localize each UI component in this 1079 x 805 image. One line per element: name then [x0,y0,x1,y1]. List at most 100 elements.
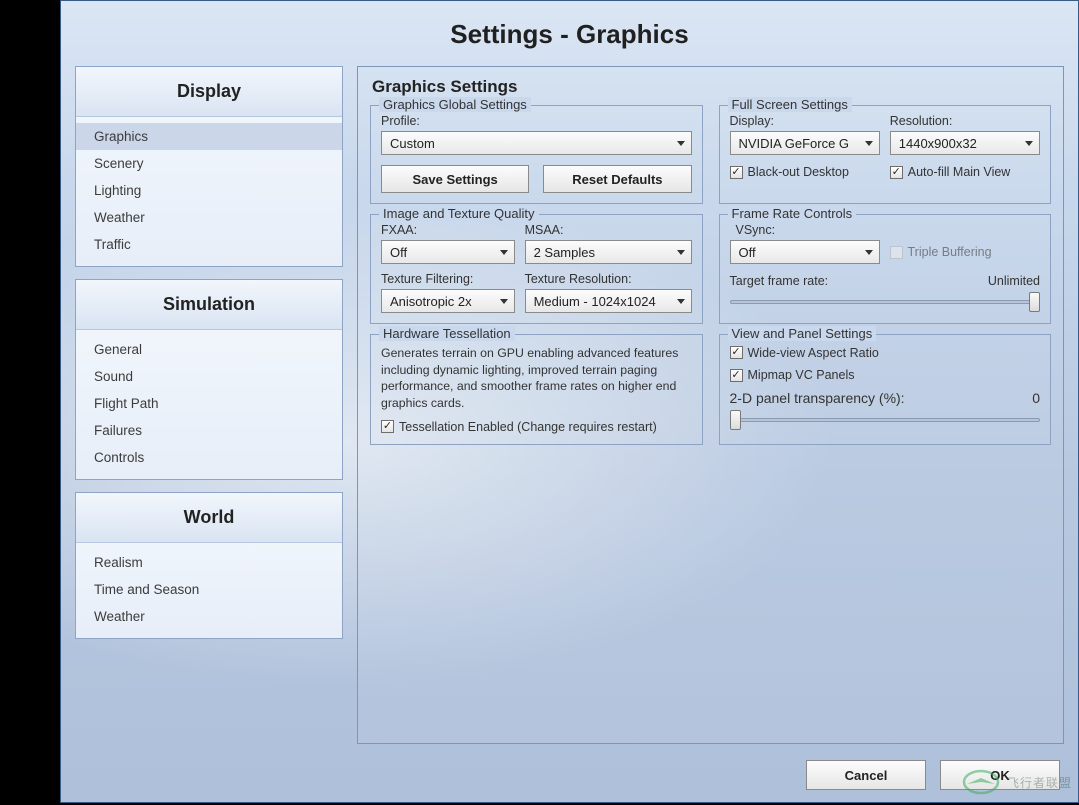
panel-fullscreen: Full Screen Settings Display: NVIDIA GeF… [719,105,1052,204]
select-msaa-value: 2 Samples [534,245,595,260]
select-resolution-value: 1440x900x32 [899,136,977,151]
sidebar-item-failures[interactable]: Failures [76,417,342,444]
label-resolution: Resolution: [890,114,1040,128]
label-target-framerate: Target frame rate: [730,274,829,288]
label-msaa: MSAA: [525,223,692,237]
label-texture-resolution: Texture Resolution: [525,272,692,286]
select-filter-value: Anisotropic 2x [390,294,472,309]
select-profile-value: Custom [390,136,435,151]
sidebar-item-graphics[interactable]: Graphics [76,123,342,150]
label-autofill: Auto-fill Main View [908,165,1011,179]
ok-button[interactable]: OK [940,760,1060,790]
label-profile: Profile: [381,114,692,128]
save-settings-button[interactable]: Save Settings [381,165,529,193]
main-heading: Graphics Settings [372,77,1051,97]
select-profile[interactable]: Custom [381,131,692,155]
legend-view: View and Panel Settings [728,326,877,341]
chevron-down-icon [500,250,508,255]
slider-2d-transparency[interactable] [730,410,1041,430]
value-2d-transparency: 0 [1032,390,1040,406]
slider-track [730,418,1041,422]
slider-thumb[interactable] [1029,292,1040,312]
panel-global-settings: Graphics Global Settings Profile: Custom… [370,105,703,204]
sidebar-item-weather[interactable]: Weather [76,204,342,231]
sidebar-item-general[interactable]: General [76,336,342,363]
select-texture-filtering[interactable]: Anisotropic 2x [381,289,515,313]
checkbox-blackout-desktop[interactable]: Black-out Desktop [730,165,880,179]
select-texres-value: Medium - 1024x1024 [534,294,656,309]
sidebar-group-world: World Realism Time and Season Weather [75,492,343,639]
sidebar-group-display: Display Graphics Scenery Lighting Weathe… [75,66,343,267]
select-texture-resolution[interactable]: Medium - 1024x1024 [525,289,692,313]
label-fxaa: FXAA: [381,223,515,237]
checkbox-autofill-mainview[interactable]: Auto-fill Main View [890,165,1040,179]
sidebar: Display Graphics Scenery Lighting Weathe… [75,66,343,744]
checkbox-wideview-aspect[interactable]: Wide-view Aspect Ratio [730,346,879,360]
chevron-down-icon [500,299,508,304]
checkbox-tessellation-enabled[interactable]: Tessellation Enabled (Change requires re… [381,420,657,434]
panel-tessellation: Hardware Tessellation Generates terrain … [370,334,703,445]
label-vsync: VSync: [730,223,1041,237]
tessellation-description: Generates terrain on GPU enabling advanc… [381,345,692,411]
label-blackout: Black-out Desktop [748,165,849,179]
label-triple-buffering: Triple Buffering [908,245,992,259]
chevron-down-icon [677,299,685,304]
select-resolution[interactable]: 1440x900x32 [890,131,1040,155]
panel-texture: Image and Texture Quality FXAA: Off MSAA… [370,214,703,324]
checkbox-icon [890,246,903,259]
chevron-down-icon [1025,141,1033,146]
checkmark-icon [730,166,743,179]
select-msaa[interactable]: 2 Samples [525,240,692,264]
sidebar-item-realism[interactable]: Realism [76,549,342,576]
page-title: Settings - Graphics [61,1,1078,60]
footer: Cancel OK [61,752,1078,802]
select-fxaa-value: Off [390,245,407,260]
label-mipmap: Mipmap VC Panels [748,368,855,382]
panel-view-settings: View and Panel Settings Wide-view Aspect… [719,334,1052,445]
checkbox-triple-buffering: Triple Buffering [890,245,992,259]
value-target-framerate: Unlimited [988,274,1040,288]
label-wideview: Wide-view Aspect Ratio [748,346,879,360]
legend-global: Graphics Global Settings [379,97,531,112]
label-display: Display: [730,114,880,128]
sidebar-item-sound[interactable]: Sound [76,363,342,390]
checkmark-icon [890,166,903,179]
checkmark-icon [381,420,394,433]
label-2d-transparency: 2-D panel transparency (%): [730,390,905,406]
cancel-button[interactable]: Cancel [806,760,926,790]
panel-framerate: Frame Rate Controls VSync: Off Triple Bu… [719,214,1052,324]
select-display[interactable]: NVIDIA GeForce G [730,131,880,155]
checkbox-mipmap-vc[interactable]: Mipmap VC Panels [730,368,855,382]
sidebar-item-scenery[interactable]: Scenery [76,150,342,177]
content-area: Display Graphics Scenery Lighting Weathe… [61,60,1078,752]
chevron-down-icon [677,141,685,146]
legend-tessellation: Hardware Tessellation [379,326,515,341]
settings-window: Settings - Graphics Display Graphics Sce… [60,0,1079,803]
legend-texture: Image and Texture Quality [379,206,539,221]
sidebar-header-simulation: Simulation [76,280,342,330]
sidebar-header-world: World [76,493,342,543]
sidebar-item-traffic[interactable]: Traffic [76,231,342,258]
legend-fullscreen: Full Screen Settings [728,97,852,112]
select-vsync-value: Off [739,245,756,260]
reset-defaults-button[interactable]: Reset Defaults [543,165,691,193]
sidebar-item-controls[interactable]: Controls [76,444,342,471]
slider-target-framerate[interactable] [730,292,1041,312]
select-display-value: NVIDIA GeForce G [739,136,850,151]
chevron-down-icon [677,250,685,255]
select-fxaa[interactable]: Off [381,240,515,264]
label-texture-filtering: Texture Filtering: [381,272,515,286]
sidebar-item-world-weather[interactable]: Weather [76,603,342,630]
sidebar-group-simulation: Simulation General Sound Flight Path Fai… [75,279,343,480]
sidebar-item-time-season[interactable]: Time and Season [76,576,342,603]
checkmark-icon [730,346,743,359]
checkmark-icon [730,369,743,382]
sidebar-item-flight-path[interactable]: Flight Path [76,390,342,417]
slider-track [730,300,1041,304]
chevron-down-icon [865,250,873,255]
main-panel: Graphics Settings Graphics Global Settin… [357,66,1064,744]
select-vsync[interactable]: Off [730,240,880,264]
legend-framerate: Frame Rate Controls [728,206,857,221]
slider-thumb[interactable] [730,410,741,430]
sidebar-item-lighting[interactable]: Lighting [76,177,342,204]
